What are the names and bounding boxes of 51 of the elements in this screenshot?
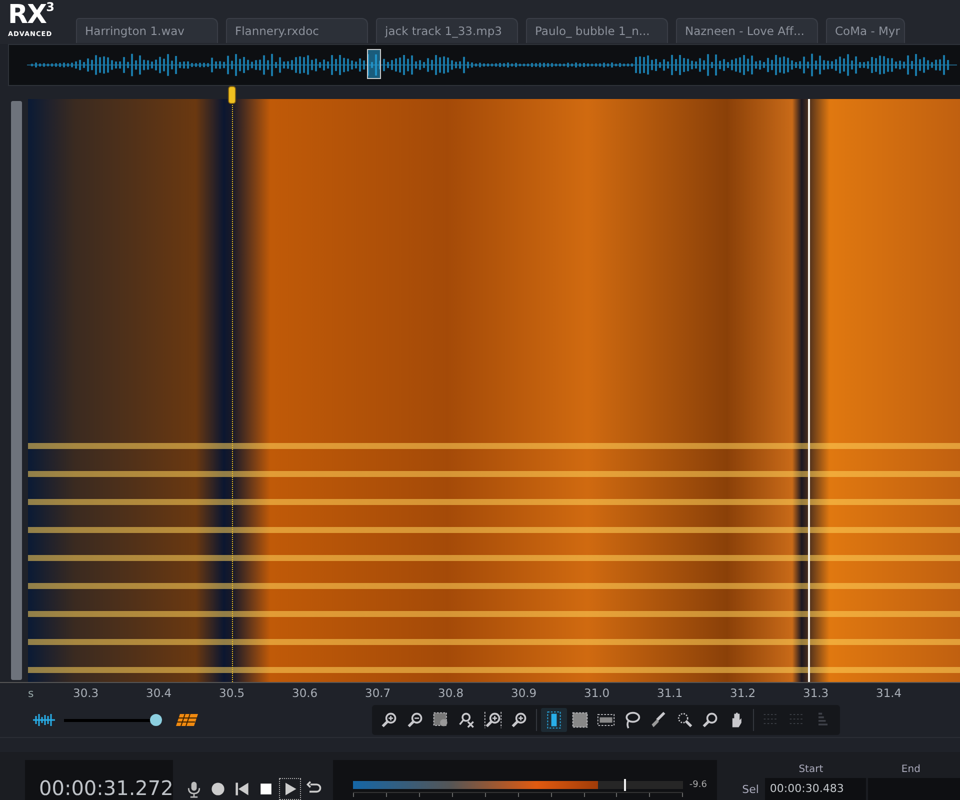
zoom-freq-icon <box>510 711 528 730</box>
time-tick-label: 30.8 <box>438 686 465 700</box>
file-tab[interactable]: Harrington 1.wav <box>76 18 218 43</box>
time-tick-label: 30.3 <box>73 686 100 700</box>
file-tab[interactable]: jack track 1_33.mp3 <box>376 18 518 43</box>
zoom-out-icon <box>406 711 424 730</box>
waveform-spectrogram-slider[interactable] <box>64 714 162 726</box>
magnify-icon <box>701 711 719 730</box>
time-select-icon <box>545 711 563 730</box>
time-display: 00:00:31.272 <box>25 760 174 800</box>
time-tick-label: 30.7 <box>365 686 392 700</box>
row-label: Sel <box>741 782 760 796</box>
time-tick-label: 31.2 <box>730 686 757 700</box>
time-tick-label: 30.5 <box>219 686 246 700</box>
zoom-selection-icon <box>432 711 450 730</box>
peak-indicator <box>624 779 626 791</box>
logo-text: RX <box>8 0 46 30</box>
time-tick-label: 31.0 <box>584 686 611 700</box>
file-tab[interactable]: Nazneen - Love Aff... <box>676 18 818 43</box>
time-tick-label: 30.9 <box>511 686 538 700</box>
file-tab[interactable]: CoMa - Myr <box>826 18 905 43</box>
view-region-marker[interactable] <box>367 49 381 79</box>
rewind-icon <box>233 780 252 798</box>
time-tick-label: 30.4 <box>146 686 173 700</box>
start-time-field[interactable]: 00:00:30.483 <box>764 778 866 800</box>
lasso-icon <box>623 711 641 730</box>
zoom-in-icon <box>380 711 398 730</box>
record-icon <box>209 780 228 798</box>
logo-version: 3 <box>46 0 54 14</box>
time-tick-label: 31.3 <box>803 686 830 700</box>
brush-icon <box>649 711 667 730</box>
time-tick-label: 30.6 <box>292 686 319 700</box>
file-tab[interactable]: Flannery.rxdoc <box>226 18 368 43</box>
play-button[interactable] <box>279 778 302 800</box>
vertical-scrollbar[interactable] <box>11 100 22 680</box>
slider-thumb[interactable] <box>150 714 162 726</box>
wand-icon <box>675 711 693 730</box>
spectrogram-icon[interactable] <box>176 713 198 728</box>
time-tick-label: 31.1 <box>657 686 684 700</box>
waveform-icon[interactable] <box>32 713 56 728</box>
zoom-time-icon <box>484 711 502 730</box>
column-header: Start <box>798 764 824 774</box>
zoom-reset-icon <box>458 711 476 730</box>
time-select-tool[interactable] <box>541 708 567 732</box>
column-header: End <box>900 764 922 774</box>
rect-select-icon <box>571 711 589 730</box>
file-tab[interactable]: Paulo_ bubble 1_n... <box>526 18 668 43</box>
selection-marker[interactable] <box>228 86 236 104</box>
time-tick-label: 31.4 <box>876 686 903 700</box>
axis-unit: s <box>28 686 35 700</box>
meter-reading: -9.6 <box>689 780 707 790</box>
